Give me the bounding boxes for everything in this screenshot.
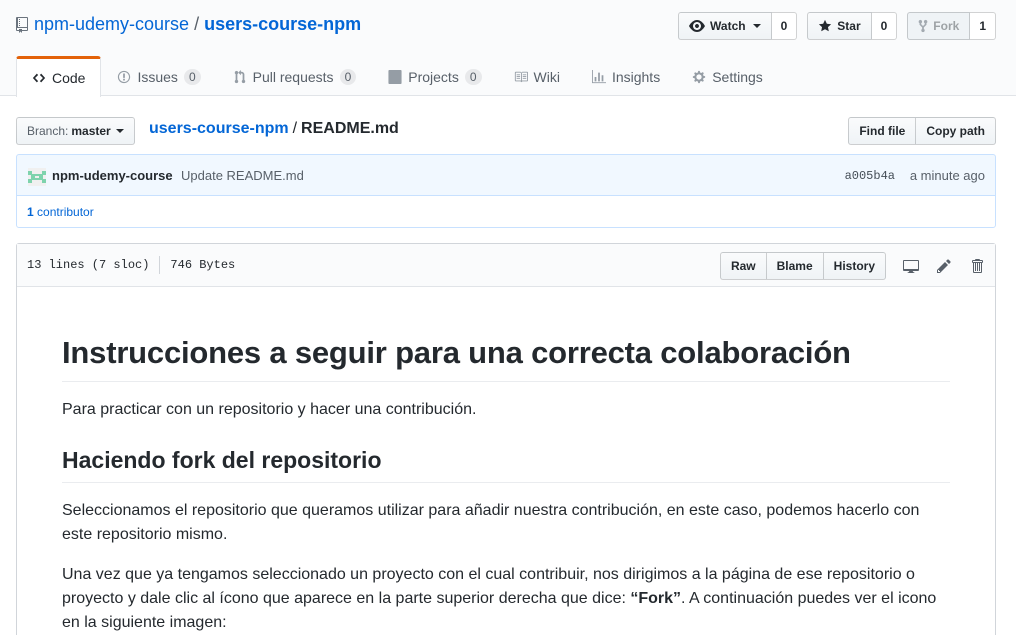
fork-count[interactable]: 1 <box>970 12 996 40</box>
history-button[interactable]: History <box>823 252 886 280</box>
watch-count[interactable]: 0 <box>771 12 798 40</box>
file-info: 13 lines (7 sloc) 746 Bytes <box>27 256 236 274</box>
readme-paragraph-2: Seleccionamos el repositorio que queramo… <box>62 501 920 543</box>
blame-button[interactable]: Blame <box>766 252 824 280</box>
file-box: 13 lines (7 sloc) 746 Bytes Raw Blame Hi… <box>16 243 996 635</box>
commit-time: a minute ago <box>909 168 985 183</box>
fork-label: Fork <box>933 19 960 33</box>
watch-button[interactable]: Watch <box>678 12 772 40</box>
tab-settings-label: Settings <box>712 69 763 85</box>
repo-icon <box>16 16 28 33</box>
chevron-down-icon <box>752 24 761 28</box>
issue-icon <box>118 70 131 84</box>
fork-icon <box>918 19 928 33</box>
star-icon <box>819 19 832 32</box>
breadcrumb-separator: / <box>292 120 298 137</box>
repo-title-separator: / <box>194 14 200 34</box>
fork-group: Fork 1 <box>907 12 996 40</box>
tab-code-label: Code <box>52 70 86 86</box>
watch-group: Watch 0 <box>678 12 798 40</box>
contributors-link[interactable]: 1 contributor <box>27 205 94 219</box>
tab-issues-label: Issues <box>137 69 178 85</box>
readme-paragraph-3: Una vez que ya tengamos seleccionado un … <box>62 563 950 635</box>
star-group: Star 0 <box>807 12 898 40</box>
repo-header: npm-udemy-course / users-course-npm Watc… <box>0 0 1016 97</box>
issues-counter: 0 <box>183 69 201 85</box>
eye-icon <box>689 20 706 32</box>
readme-heading-2: Haciendo fork del repositorio <box>62 446 950 483</box>
breadcrumb-file: README.md <box>301 120 399 137</box>
file-nav-buttons: Find file Copy path <box>848 117 996 145</box>
tab-insights[interactable]: Insights <box>576 56 676 97</box>
projects-counter: 0 <box>464 69 482 85</box>
branch-label: Branch: <box>27 124 69 138</box>
breadcrumb: users-course-npm / README.md <box>149 120 399 138</box>
avatar[interactable] <box>28 168 46 186</box>
repo-owner-link[interactable]: npm-udemy-course <box>34 14 189 35</box>
commit-author-link[interactable]: npm-udemy-course <box>52 168 173 183</box>
file-info-divider <box>159 256 161 274</box>
star-label: Star <box>837 19 861 33</box>
readme-body: Instrucciones a seguir para una correcta… <box>62 334 950 635</box>
chevron-down-icon <box>115 129 124 133</box>
tab-wiki-label: Wiki <box>533 69 560 85</box>
repo-nav: Code Issues 0 Pull requests 0 Projects 0… <box>16 56 779 97</box>
pencil-icon[interactable] <box>936 258 952 274</box>
tab-pull-requests[interactable]: Pull requests 0 <box>217 56 373 97</box>
copy-path-button[interactable]: Copy path <box>916 117 996 145</box>
trash-icon[interactable] <box>969 258 985 274</box>
commit-tease: npm-udemy-course Update README.md a005b4… <box>16 154 996 196</box>
file-header: 13 lines (7 sloc) 746 Bytes Raw Blame Hi… <box>17 244 995 287</box>
file-size: 746 Bytes <box>170 258 236 272</box>
gear-icon <box>693 70 706 84</box>
code-icon <box>32 73 46 83</box>
tab-settings[interactable]: Settings <box>676 56 779 97</box>
pull-request-icon <box>234 70 245 84</box>
star-button[interactable]: Star <box>807 12 872 40</box>
file-lines: 13 lines (7 sloc) <box>27 258 150 272</box>
book-icon <box>514 71 528 83</box>
readme-heading-1: Instrucciones a seguir para una correcta… <box>62 334 950 382</box>
readme-intro-paragraph: Para practicar con un repositorio y hace… <box>62 400 477 418</box>
contributors-count: 1 <box>27 205 34 219</box>
fork-button[interactable]: Fork <box>907 12 971 40</box>
commit-sha-link[interactable]: a005b4a <box>845 169 895 183</box>
tab-issues[interactable]: Issues 0 <box>101 56 216 97</box>
breadcrumb-repo-link[interactable]: users-course-npm <box>149 120 289 137</box>
contributors-label: contributor <box>37 205 94 219</box>
find-file-button[interactable]: Find file <box>848 117 917 145</box>
tab-code[interactable]: Code <box>16 56 102 97</box>
pulls-counter: 0 <box>339 69 357 85</box>
star-count[interactable]: 0 <box>871 12 898 40</box>
tab-insights-label: Insights <box>611 69 661 85</box>
tab-pull-requests-label: Pull requests <box>252 69 334 85</box>
commit-message-link[interactable]: Update README.md <box>181 168 304 183</box>
file-navigation: Branch: master users-course-npm / README.m… <box>16 117 996 145</box>
branch-select-button[interactable]: Branch: master <box>16 117 135 145</box>
branch-value: master <box>71 124 111 138</box>
raw-button[interactable]: Raw <box>719 252 767 280</box>
contributors-bar: 1 contributor <box>16 195 996 228</box>
desktop-icon[interactable] <box>903 258 919 274</box>
readme-p3-strong: “Fork” <box>630 589 682 607</box>
watch-label: Watch <box>710 19 746 33</box>
project-icon <box>388 70 402 84</box>
tab-projects-label: Projects <box>408 69 459 85</box>
tab-wiki[interactable]: Wiki <box>498 56 576 97</box>
file-actions: Raw Blame History <box>719 252 985 280</box>
file-view-buttons: Raw Blame History <box>719 252 886 280</box>
tab-projects[interactable]: Projects 0 <box>372 56 497 97</box>
graph-icon <box>591 70 606 84</box>
repo-actions: Watch 0 Star 0 Fork 1 <box>678 12 996 40</box>
repo-name-link[interactable]: users-course-npm <box>204 14 361 35</box>
repo-title: npm-udemy-course / users-course-npm <box>16 14 361 35</box>
